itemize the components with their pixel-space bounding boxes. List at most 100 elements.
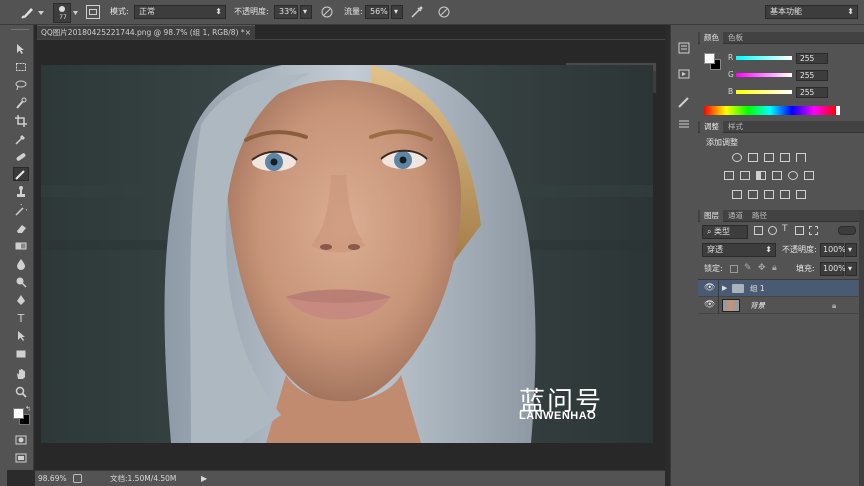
- channel-mixer-icon[interactable]: [788, 171, 798, 180]
- channel-b-slider[interactable]: [736, 90, 792, 94]
- lasso-tool-icon[interactable]: [13, 78, 29, 92]
- lock-position-icon[interactable]: ✥: [758, 263, 766, 273]
- mode-select[interactable]: 正常 ⬍: [134, 5, 226, 19]
- opacity-input[interactable]: 33%: [274, 5, 298, 19]
- lock-all-icon[interactable]: 🔒︎: [772, 263, 777, 273]
- layer-opacity-input[interactable]: 100%: [820, 243, 846, 257]
- document-tab[interactable]: QQ图片20180425221744.png @ 98.7% (组 1, RGB…: [37, 25, 255, 39]
- curves-icon[interactable]: [764, 153, 774, 162]
- filter-pixel-icon[interactable]: [754, 226, 763, 235]
- layer-name[interactable]: 组 1: [750, 280, 765, 297]
- channel-r-slider[interactable]: [736, 56, 792, 60]
- tab-color[interactable]: 颜色: [700, 32, 723, 44]
- quick-mask-icon[interactable]: [13, 433, 29, 447]
- fill-input[interactable]: 100%: [820, 262, 846, 276]
- levels-icon[interactable]: [748, 153, 758, 162]
- color-balance-icon[interactable]: [740, 171, 750, 180]
- tab-adjustments[interactable]: 调整: [700, 121, 723, 133]
- flow-input[interactable]: 56%: [365, 5, 389, 19]
- photo-filter-icon[interactable]: [772, 171, 782, 180]
- tool-preset-dropdown-icon[interactable]: [38, 9, 44, 15]
- channel-r-input[interactable]: 255: [796, 53, 828, 64]
- workspace-select[interactable]: 基本功能 ⬍: [765, 5, 858, 19]
- status-info-icon[interactable]: [73, 474, 82, 483]
- hue-saturation-icon[interactable]: [724, 171, 734, 180]
- tab-paths[interactable]: 路径: [748, 210, 771, 222]
- pen-tool-icon[interactable]: [13, 293, 29, 307]
- panel-scrollbar[interactable]: [859, 210, 864, 486]
- filter-shape-icon[interactable]: [795, 226, 804, 235]
- exposure-icon[interactable]: [780, 153, 790, 162]
- layer-row-background[interactable]: 👁︎ 背景 🔒︎: [698, 297, 858, 314]
- color-lookup-icon[interactable]: [804, 171, 814, 180]
- move-tool-icon[interactable]: [13, 42, 29, 56]
- hand-tool-icon[interactable]: [13, 367, 29, 381]
- tools-panel-grip[interactable]: [11, 29, 29, 33]
- healing-brush-tool-icon[interactable]: [13, 150, 29, 164]
- tab-swatches[interactable]: 色板: [724, 32, 747, 44]
- close-icon[interactable]: ×: [245, 26, 251, 40]
- pressure-size-icon[interactable]: [437, 5, 451, 19]
- history-brush-tool-icon[interactable]: [13, 203, 29, 217]
- lock-transparent-icon[interactable]: [730, 265, 738, 273]
- threshold-icon[interactable]: [764, 190, 774, 199]
- dodge-tool-icon[interactable]: [13, 275, 29, 289]
- pressure-opacity-icon[interactable]: [320, 5, 334, 19]
- layer-name[interactable]: 背景: [750, 297, 765, 314]
- posterize-icon[interactable]: [748, 190, 758, 199]
- filter-toggle[interactable]: [838, 226, 856, 235]
- selective-color-icon[interactable]: [780, 190, 790, 199]
- path-selection-tool-icon[interactable]: [13, 329, 29, 343]
- swap-colors-icon[interactable]: ↰: [25, 405, 31, 413]
- tab-styles[interactable]: 样式: [724, 121, 747, 133]
- black-white-icon[interactable]: [756, 171, 766, 180]
- clone-stamp-tool-icon[interactable]: [13, 185, 29, 199]
- brush-panel-toggle-icon[interactable]: [86, 5, 100, 19]
- foreground-color-chip[interactable]: [704, 53, 715, 64]
- expand-arrow-icon[interactable]: ▶: [722, 280, 727, 297]
- lock-pixels-icon[interactable]: ✎: [744, 263, 752, 273]
- filter-type-icon[interactable]: T: [782, 224, 788, 234]
- quick-selection-tool-icon[interactable]: [13, 96, 29, 110]
- blend-mode-select[interactable]: 穿透 ⬍: [702, 243, 776, 257]
- fill-slider-button[interactable]: ▾: [845, 262, 857, 276]
- tab-layers[interactable]: 图层: [700, 210, 723, 222]
- color-spectrum-bar[interactable]: [704, 106, 836, 115]
- channel-g-slider[interactable]: [736, 73, 792, 77]
- layer-row-group[interactable]: 👁︎ ▶ 组 1: [698, 280, 858, 297]
- rectangle-tool-icon[interactable]: [13, 347, 29, 361]
- marquee-tool-icon[interactable]: [13, 60, 29, 74]
- brush-tool-icon[interactable]: [13, 167, 29, 181]
- layer-opacity-slider-button[interactable]: ▾: [845, 243, 857, 257]
- white-chip[interactable]: [836, 106, 840, 115]
- eye-icon[interactable]: 👁︎: [704, 280, 715, 297]
- invert-icon[interactable]: [732, 190, 742, 199]
- actions-panel-icon[interactable]: [676, 67, 692, 81]
- gradient-map-icon[interactable]: [796, 190, 806, 199]
- brush-dropdown-icon[interactable]: [73, 9, 78, 18]
- airbrush-icon[interactable]: [410, 5, 424, 19]
- flow-slider-button[interactable]: ▾: [391, 5, 403, 19]
- brightness-icon[interactable]: [732, 153, 742, 162]
- layer-filter-select[interactable]: ⌕ 类型: [702, 225, 748, 239]
- channel-g-input[interactable]: 255: [796, 70, 828, 81]
- eyedropper-tool-icon[interactable]: [13, 132, 29, 146]
- crop-tool-icon[interactable]: [13, 114, 29, 128]
- blur-tool-icon[interactable]: [13, 257, 29, 271]
- zoom-tool-icon[interactable]: [13, 385, 29, 399]
- image-canvas[interactable]: 蓝问号 LANWENHAO: [41, 65, 653, 443]
- filter-smart-object-icon[interactable]: [809, 226, 818, 235]
- vibrance-icon[interactable]: [796, 153, 806, 162]
- history-panel-icon[interactable]: [676, 41, 692, 55]
- status-menu-arrow-icon[interactable]: ▶: [201, 471, 207, 486]
- brush-tool-icon[interactable]: [20, 5, 36, 19]
- opacity-slider-button[interactable]: ▾: [300, 5, 312, 19]
- properties-panel-icon[interactable]: [676, 117, 692, 131]
- type-tool-icon[interactable]: T: [13, 311, 29, 325]
- filter-adjustment-icon[interactable]: [768, 226, 777, 235]
- eye-icon[interactable]: 👁︎: [704, 297, 715, 314]
- brush-panel-icon[interactable]: [676, 95, 692, 109]
- zoom-level[interactable]: 98.69%: [38, 471, 67, 486]
- brush-preset-picker[interactable]: 77: [53, 3, 71, 23]
- channel-b-input[interactable]: 255: [796, 87, 828, 98]
